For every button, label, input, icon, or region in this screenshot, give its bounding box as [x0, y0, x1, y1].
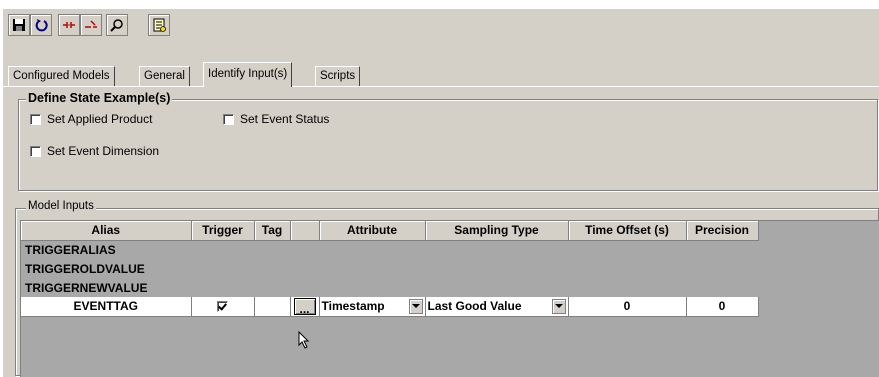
col-trigger[interactable]: Trigger — [191, 221, 255, 241]
attribute-dropdown[interactable]: Timestamp — [321, 298, 423, 314]
tab-strip: Configured Models General Identify Input… — [8, 62, 878, 87]
disconnect-button[interactable] — [80, 14, 102, 36]
undo-button[interactable] — [30, 14, 52, 36]
set-applied-product-checkbox[interactable]: Set Applied Product — [30, 112, 152, 126]
precision-cell[interactable]: 0 — [686, 297, 759, 317]
col-attribute[interactable]: Attribute — [319, 221, 426, 241]
disconnect-icon — [85, 20, 97, 28]
table-row: TRIGGEROLDVALUE — [21, 259, 758, 278]
alias-cell[interactable]: TRIGGEROLDVALUE — [21, 259, 758, 278]
chevron-down-icon[interactable] — [551, 298, 566, 314]
sampling-type-cell[interactable]: Last Good Value — [425, 297, 569, 317]
model-inputs-grid: Alias Trigger Tag Attribute Sampling Typ… — [20, 220, 879, 377]
save-icon — [13, 19, 25, 31]
event-alias-cell[interactable]: EVENTTAG — [21, 297, 192, 317]
header-row: Alias Trigger Tag Attribute Sampling Typ… — [21, 221, 759, 241]
tab-general[interactable]: General — [139, 66, 190, 86]
browse-cell: ... — [290, 297, 320, 317]
sampling-type-value: Last Good Value — [427, 299, 522, 314]
tab-configured-models[interactable]: Configured Models — [8, 66, 115, 86]
find-button[interactable] — [106, 14, 128, 36]
checkbox-box[interactable] — [223, 113, 234, 125]
tab-identify-inputs[interactable]: Identify Input(s) — [203, 62, 293, 87]
checkbox-box[interactable] — [30, 145, 41, 157]
col-sampling-type[interactable]: Sampling Type — [425, 221, 569, 241]
define-state-title: Define State Example(s) — [26, 91, 173, 105]
trigger-cell[interactable] — [191, 297, 255, 317]
browse-button[interactable]: ... — [293, 297, 316, 315]
trigger-checkbox[interactable] — [217, 300, 228, 312]
model-inputs-title: Model Inputs — [26, 200, 96, 212]
save-button[interactable] — [8, 14, 30, 36]
col-tag[interactable]: Tag — [254, 221, 291, 241]
set-event-dimension-checkbox[interactable]: Set Event Dimension — [30, 144, 159, 158]
alias-cell[interactable]: TRIGGERALIAS — [21, 240, 758, 259]
table-row: TRIGGERALIAS — [21, 240, 758, 259]
event-tag-row: EVENTTAG ... Timestamp Last Good Value 0… — [21, 297, 759, 317]
col-time-offset[interactable]: Time Offset (s) — [568, 221, 687, 241]
alias-cell[interactable]: TRIGGERNEWVALUE — [21, 278, 758, 297]
connect-button[interactable] — [58, 14, 80, 36]
col-precision[interactable]: Precision — [686, 221, 759, 241]
attribute-value: Timestamp — [321, 299, 385, 314]
col-browse[interactable] — [290, 221, 320, 241]
attribute-cell[interactable]: Timestamp — [319, 297, 426, 317]
connect-icon — [63, 22, 75, 28]
mouse-cursor-icon — [298, 331, 310, 349]
time-offset-cell[interactable]: 0 — [568, 297, 687, 317]
sampling-type-dropdown[interactable]: Last Good Value — [427, 298, 566, 314]
set-event-status-checkbox[interactable]: Set Event Status — [223, 112, 329, 126]
tab-scripts[interactable]: Scripts — [315, 66, 361, 86]
tag-cell[interactable] — [254, 297, 291, 317]
table-row: TRIGGERNEWVALUE — [21, 278, 758, 297]
col-alias[interactable]: Alias — [21, 221, 192, 241]
search-icon — [110, 19, 123, 32]
properties-button[interactable] — [148, 14, 170, 36]
chevron-down-icon[interactable] — [408, 298, 423, 314]
set-event-status-label: Set Event Status — [240, 112, 330, 126]
undo-icon — [35, 19, 48, 32]
set-applied-product-label: Set Applied Product — [47, 112, 153, 126]
set-event-dimension-label: Set Event Dimension — [47, 144, 160, 158]
tab-baseline — [0, 86, 879, 87]
properties-icon — [153, 18, 166, 32]
model-inputs-table: Alias Trigger Tag Attribute Sampling Typ… — [21, 221, 759, 317]
checkbox-box[interactable] — [30, 113, 41, 125]
